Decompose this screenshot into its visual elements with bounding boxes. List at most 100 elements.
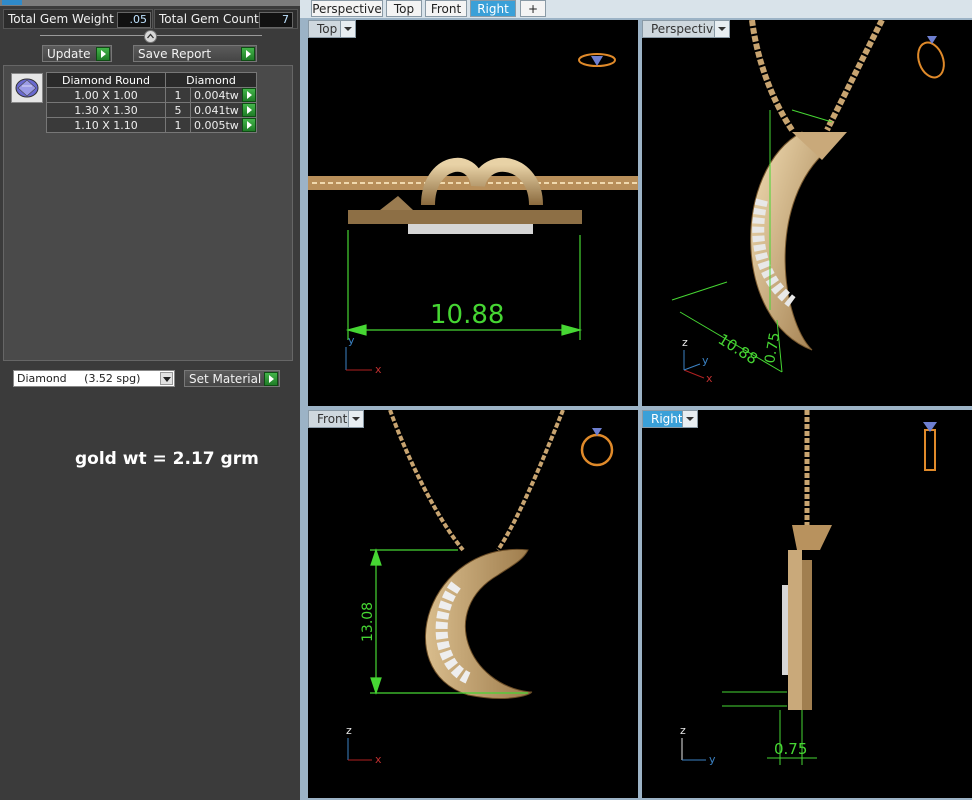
set-material-button[interactable]: Set Material	[184, 370, 280, 387]
table-row[interactable]: 1.10 X 1.10 1 0.005tw	[46, 117, 257, 133]
row-play-icon[interactable]	[242, 103, 256, 117]
viewport-top[interactable]: 10.88 y x Top	[308, 20, 638, 406]
viewport-area: 10.88 y x Top 10.88 0.75 z y x Perspecti…	[300, 18, 972, 800]
pendant-plate	[348, 210, 582, 224]
ring-orientation-icon[interactable]	[578, 53, 616, 67]
viewport-front-label[interactable]: Front	[308, 410, 364, 428]
bail	[792, 525, 832, 550]
gem-size: 1.10 X 1.10	[46, 117, 166, 133]
viewport-title: Perspective	[651, 22, 721, 36]
chevron-down-icon[interactable]	[714, 21, 729, 37]
ring-orientation-icon[interactable]	[580, 428, 614, 467]
gem-list-panel: Diamond Round Diamond 1.00 X 1.00 1 0.00…	[3, 65, 293, 361]
set-material-label: Set Material	[189, 372, 262, 386]
right-view-render: 0.75 z y	[680, 410, 937, 766]
viewport-right-label[interactable]: Right	[642, 410, 698, 428]
table-row[interactable]: 1.30 X 1.30 5 0.041tw	[46, 102, 257, 118]
perspective-dimension-b: 0.75	[762, 331, 783, 364]
stone-row	[782, 585, 788, 675]
gem-weight-cell: 0.004tw	[190, 87, 257, 103]
gem-table-header-type: Diamond	[165, 72, 257, 88]
total-gem-weight-label: Total Gem Weight	[8, 12, 114, 26]
ring-orientation-icon[interactable]	[914, 36, 949, 81]
gem-table: Diamond Round Diamond 1.00 X 1.00 1 0.00…	[46, 72, 257, 133]
axis-label-z: z	[346, 724, 352, 737]
viewport-right[interactable]: 0.75 z y Right	[642, 410, 972, 798]
gem-weight: 0.005tw	[194, 118, 239, 132]
tab-perspective[interactable]: Perspective	[311, 0, 383, 17]
viewport-perspective-label[interactable]: Perspective	[642, 20, 730, 38]
gem-size: 1.00 X 1.00	[46, 87, 166, 103]
viewport-title: Right	[651, 412, 683, 426]
gem-table-header-size: Diamond Round	[46, 72, 166, 88]
gem-count: 1	[165, 87, 191, 103]
add-tab-button[interactable]: +	[520, 0, 546, 17]
round-diamond-icon[interactable]	[11, 73, 43, 103]
chevron-down-icon[interactable]	[682, 411, 697, 427]
tab-top[interactable]: Top	[386, 0, 422, 17]
plus-icon: +	[527, 2, 539, 16]
top-dimension: 10.88	[430, 300, 504, 330]
gold-weight-note: gold wt = 2.17 grm	[75, 449, 259, 469]
chain-left	[388, 410, 465, 552]
gem-weight: 0.004tw	[194, 88, 239, 102]
axis-label-y: y	[348, 334, 355, 347]
tab-label: Front	[430, 2, 462, 16]
save-report-label: Save Report	[138, 47, 212, 61]
update-play-icon[interactable]	[96, 47, 110, 61]
pendant-profile	[788, 550, 802, 710]
total-gem-weight-value: .05	[117, 12, 151, 28]
tab-front[interactable]: Front	[425, 0, 467, 17]
collapse-toggle-icon[interactable]	[144, 30, 157, 43]
update-label: Update	[47, 47, 91, 61]
viewport-front[interactable]: 13.08 z x Front	[308, 410, 638, 798]
axis-label-z: z	[680, 724, 686, 737]
gem-count: 1	[165, 117, 191, 133]
set-material-play-icon[interactable]	[264, 372, 278, 386]
total-gem-weight: Total Gem Weight .05	[3, 9, 153, 29]
axis-label-z: z	[682, 336, 688, 349]
material-select-value: Diamond (3.52 spg)	[17, 372, 141, 385]
tab-label: Right	[477, 2, 509, 16]
gem-table-header: Diamond Round Diamond	[46, 72, 257, 88]
save-report-play-icon[interactable]	[241, 47, 255, 61]
chain-left	[749, 20, 795, 132]
chevron-down-icon[interactable]	[348, 411, 363, 427]
top-view-render: 10.88 y x	[308, 53, 638, 376]
chevron-down-icon[interactable]	[160, 372, 173, 385]
table-row[interactable]: 1.00 X 1.00 1 0.004tw	[46, 87, 257, 103]
viewport-title: Top	[317, 22, 338, 36]
gem-weight-cell: 0.005tw	[190, 117, 257, 133]
top-strip	[0, 0, 300, 6]
chain-right	[496, 410, 565, 552]
chevron-down-icon[interactable]	[340, 21, 355, 37]
row-play-icon[interactable]	[242, 118, 256, 132]
total-gem-count-label: Total Gem Count	[159, 12, 259, 26]
viewport-title: Front	[317, 412, 348, 426]
front-view-render: 13.08 z x	[346, 410, 614, 766]
total-gem-count: Total Gem Count 7	[154, 9, 298, 29]
perspective-view-render: 10.88 0.75 z y x	[671, 20, 949, 385]
save-report-button[interactable]: Save Report	[133, 45, 257, 62]
row-play-icon[interactable]	[242, 88, 256, 102]
right-dimension: 0.75	[774, 740, 807, 758]
gem-count: 5	[165, 102, 191, 118]
total-gem-count-value: 7	[259, 12, 293, 28]
ring-orientation-icon[interactable]	[923, 422, 937, 471]
front-dimension: 13.08	[360, 602, 376, 642]
axis-label-x: x	[375, 363, 382, 376]
tab-right[interactable]: Right	[470, 0, 516, 17]
chain-right	[824, 20, 885, 132]
axis-label-y: y	[702, 354, 709, 367]
gem-weight: 0.041tw	[194, 103, 239, 117]
material-select[interactable]: Diamond (3.52 spg)	[13, 370, 175, 387]
perspective-dimension-a: 10.88	[715, 330, 761, 368]
viewport-top-label[interactable]: Top	[308, 20, 356, 38]
update-button[interactable]: Update	[42, 45, 112, 62]
stone-row	[408, 224, 533, 234]
viewport-perspective[interactable]: 10.88 0.75 z y x Perspective	[642, 20, 972, 406]
left-panel: Total Gem Weight .05 Total Gem Count 7 U…	[0, 0, 300, 800]
axis-label-y: y	[709, 753, 716, 766]
pendant-brace	[380, 196, 413, 210]
panel-tab[interactable]	[2, 0, 22, 5]
